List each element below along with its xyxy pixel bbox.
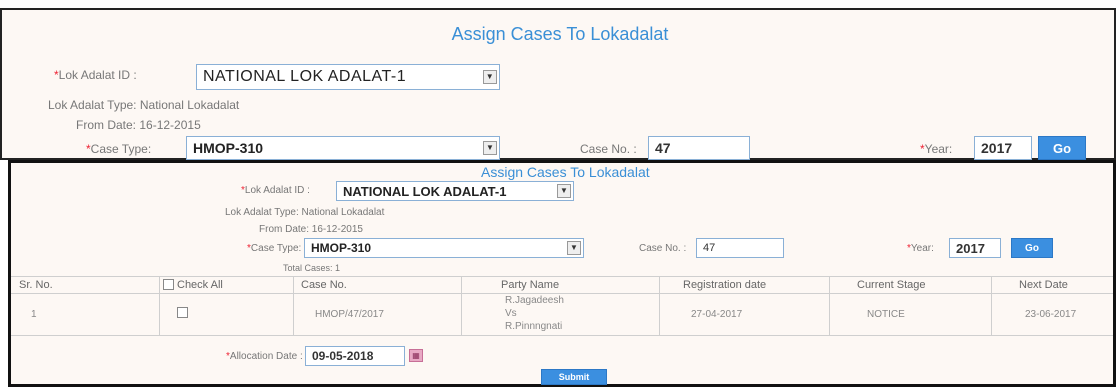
table-border — [991, 276, 992, 335]
go-button[interactable]: Go — [1038, 136, 1086, 160]
bottom-form-panel: Assign Cases To Lokadalat *Lok Adalat ID… — [8, 160, 1116, 387]
allocation-date-input[interactable]: 09-05-2018 — [305, 346, 405, 366]
lok-adalat-id-label: *Lok Adalat ID : — [54, 68, 137, 82]
submit-button[interactable]: Submit — [541, 369, 607, 385]
go-button-2[interactable]: Go — [1011, 238, 1053, 258]
header-next-date: Next Date — [1019, 279, 1068, 291]
allocation-date-label: *Allocation Date : — [226, 351, 303, 362]
cell-party-line2: Vs — [505, 308, 517, 319]
cell-current-stage: NOTICE — [867, 309, 905, 320]
cell-registration-date: 27-04-2017 — [691, 309, 743, 320]
case-no-label-2: Case No. : — [639, 243, 687, 254]
cell-party-line3: R.Pinnngnati — [505, 321, 563, 332]
total-cases-label: Total Cases: 1 — [283, 263, 341, 273]
lok-adalat-id-select-2[interactable]: NATIONAL LOK ADALAT-1 ▼ — [336, 181, 574, 201]
from-date-label-2: From Date: 16-12-2015 — [259, 224, 363, 235]
lok-adalat-id-select[interactable]: NATIONAL LOK ADALAT-1 ▼ — [196, 64, 500, 90]
page-title-2: Assign Cases To Lokadalat — [481, 164, 650, 180]
year-input-2[interactable]: 2017 — [949, 238, 1001, 258]
table-border — [11, 335, 1113, 336]
table-border — [11, 293, 1113, 294]
year-label-2: *Year: — [907, 243, 934, 254]
cell-next-date: 23-06-2017 — [1025, 309, 1077, 320]
row-checkbox[interactable] — [177, 307, 188, 318]
header-registration-date: Registration date — [683, 279, 767, 291]
header-sr-no: Sr. No. — [19, 279, 53, 291]
page-title: Assign Cases To Lokadalat — [451, 24, 669, 44]
table-border — [293, 276, 294, 335]
lok-adalat-type-label: Lok Adalat Type: National Lokadalat — [48, 98, 240, 112]
chevron-down-icon: ▼ — [483, 141, 497, 155]
case-no-input-2[interactable]: 47 — [696, 238, 784, 258]
case-type-select-2[interactable]: HMOP-310 ▼ — [304, 238, 584, 258]
chevron-down-icon: ▼ — [483, 70, 497, 84]
header-check-all: Check All — [177, 279, 223, 291]
header-case-no: Case No. — [301, 279, 347, 291]
case-no-label: Case No. : — [580, 142, 637, 156]
table-border — [159, 276, 160, 335]
case-no-input[interactable]: 47 — [648, 136, 750, 160]
cell-case-no: HMOP/47/2017 — [315, 309, 384, 320]
check-all-checkbox[interactable] — [163, 279, 174, 290]
lok-adalat-type-label-2: Lok Adalat Type: National Lokadalat — [225, 207, 385, 218]
header-party-name: Party Name — [501, 279, 560, 291]
calendar-icon[interactable]: ▦ — [409, 349, 423, 362]
chevron-down-icon: ▼ — [557, 184, 571, 198]
table-border — [461, 276, 462, 335]
chevron-down-icon: ▼ — [567, 241, 581, 255]
from-date-label: From Date: 16-12-2015 — [76, 118, 201, 132]
table-border — [11, 276, 1113, 277]
year-label: *Year: — [920, 142, 953, 156]
header-current-stage: Current Stage — [857, 279, 926, 291]
year-input[interactable]: 2017 — [974, 136, 1032, 160]
cell-party-line1: R.Jagadeesh — [505, 295, 564, 306]
top-form-panel: Assign Cases To Lokadalat *Lok Adalat ID… — [0, 8, 1116, 160]
case-type-select[interactable]: HMOP-310 ▼ — [186, 136, 500, 160]
case-type-label-2: *Case Type: — [247, 243, 302, 254]
lok-adalat-id-label-2: *Lok Adalat ID : — [241, 185, 310, 196]
table-border — [659, 276, 660, 335]
table-border — [829, 276, 830, 335]
case-type-label: *Case Type: — [86, 142, 152, 156]
cell-sr-no: 1 — [31, 309, 37, 320]
